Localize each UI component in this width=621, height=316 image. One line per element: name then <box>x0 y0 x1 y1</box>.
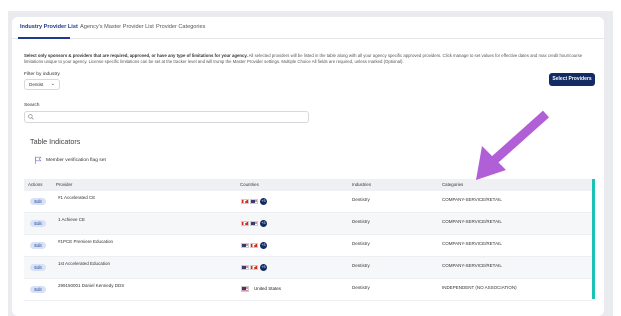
country-name: United States <box>254 286 282 292</box>
canada-flag-icon <box>250 242 258 249</box>
us-flag-icon <box>241 242 249 249</box>
filter-label: Filter by industry <box>24 72 60 77</box>
annotation-arrow-icon <box>476 110 549 180</box>
country-flags: +3 <box>241 264 267 271</box>
tab-bar: Industry Provider List Agency's Master P… <box>12 17 604 39</box>
category-cell: COMPANY-SERVICE/RETAIL <box>442 263 502 268</box>
category-cell: COMPANY-SERVICE/RETAIL <box>442 219 502 224</box>
category-cell: COMPANY-SERVICE/RETAIL <box>442 241 502 246</box>
header-industries[interactable]: Industries <box>352 182 371 187</box>
provider-name: 299150001 Daniel Kennedy DDS <box>58 283 125 288</box>
country-flags: +3 <box>241 242 267 249</box>
select-providers-button[interactable]: Select Providers <box>549 73 595 86</box>
provider-name: #1 Accelerated CE <box>58 195 96 200</box>
canada-flag-icon <box>241 220 249 227</box>
intro-text: Select only sponsors & providers that ar… <box>24 53 600 65</box>
scrollbar[interactable] <box>592 179 595 299</box>
industry-cell: Dentistry <box>352 197 370 202</box>
indicator-label: Member verification flag set <box>46 157 106 163</box>
provider-name: #1PCE Premiere Education <box>58 239 114 244</box>
industry-cell: Dentistry <box>352 285 370 290</box>
table-row: Edit 1st Accelerated Education +3 Dentistry… <box>24 257 592 279</box>
country-flags: United States <box>241 286 281 292</box>
table-body: Edit #1 Accelerated CE +3 Dentistry COMPANY-… <box>24 191 592 301</box>
edit-button[interactable]: Edit <box>30 264 46 271</box>
more-countries-badge[interactable]: +3 <box>260 242 267 249</box>
tab-agency-master-provider-list[interactable]: Agency's Master Provider List <box>80 24 154 30</box>
tab-provider-categories[interactable]: Provider Categories <box>156 24 205 30</box>
header-countries[interactable]: Countries <box>240 182 259 187</box>
indicators-title: Table Indicators <box>30 137 81 146</box>
header-provider[interactable]: Provider <box>56 182 72 187</box>
intro-bold: Select only sponsors & providers that ar… <box>24 53 248 58</box>
edit-button[interactable]: Edit <box>30 198 46 205</box>
table-row: Edit 299150001 Daniel Kennedy DDS United S… <box>24 279 592 301</box>
more-countries-badge[interactable]: +3 <box>260 264 267 271</box>
search-label: Search <box>24 103 40 108</box>
search-icon <box>28 114 34 120</box>
tab-industry-provider-list[interactable]: Industry Provider List <box>20 24 78 30</box>
country-flags: +3 <box>241 198 267 205</box>
industry-cell: Dentistry <box>352 219 370 224</box>
indicator-item: Member verification flag set <box>34 156 106 164</box>
filter-value: Dentist <box>29 82 44 87</box>
edit-button[interactable]: Edit <box>30 220 46 227</box>
category-cell: INDEPENDENT (NO ASSOCIATION) <box>442 285 517 290</box>
country-flags: +3 <box>241 220 267 227</box>
provider-name: 1 Achieve CE <box>58 217 86 222</box>
us-flag-icon <box>241 264 249 271</box>
search-input[interactable] <box>24 111 309 123</box>
provider-name: 1st Accelerated Education <box>58 261 111 266</box>
table-row: Edit #1PCE Premiere Education +3 Dentistry C… <box>24 235 592 257</box>
edit-button[interactable]: Edit <box>30 286 46 293</box>
flag-icon <box>35 156 42 164</box>
more-countries-badge[interactable]: +3 <box>260 198 267 205</box>
table-row: Edit 1 Achieve CE +3 Dentistry COMPANY-SERVI… <box>24 213 592 235</box>
active-tab-underline <box>18 37 70 39</box>
chevron-down-icon: ⌄ <box>50 81 55 87</box>
canada-flag-icon <box>241 198 249 205</box>
more-countries-badge[interactable]: +3 <box>260 220 267 227</box>
industry-cell: Dentistry <box>352 263 370 268</box>
industry-filter-select[interactable]: Dentist ⌄ <box>24 79 60 90</box>
industry-cell: Dentistry <box>352 241 370 246</box>
us-flag-icon <box>250 220 258 227</box>
header-actions[interactable]: Actions <box>28 182 42 187</box>
us-flag-icon <box>250 198 258 205</box>
edit-button[interactable]: Edit <box>30 242 46 249</box>
canada-flag-icon <box>250 264 258 271</box>
us-flag-icon <box>241 286 249 292</box>
